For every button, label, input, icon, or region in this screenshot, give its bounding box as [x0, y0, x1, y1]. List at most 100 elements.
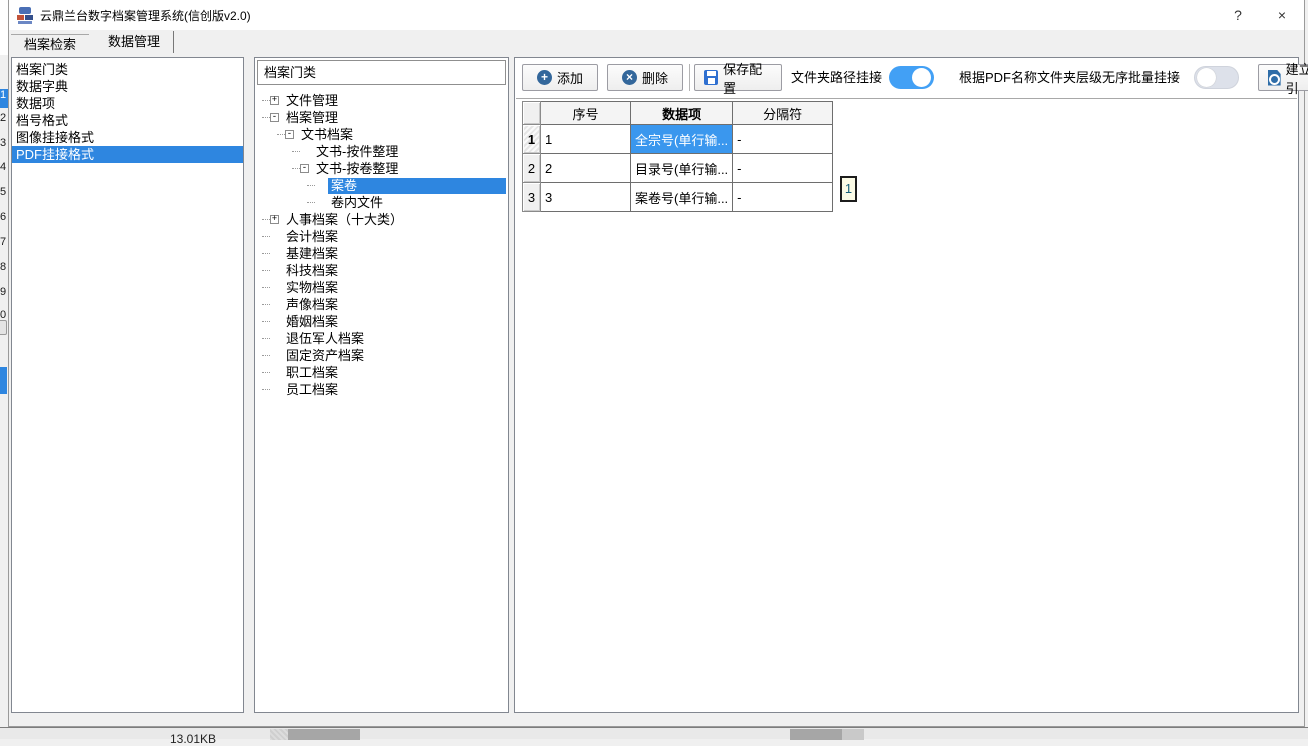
background-scrollbar-track [842, 729, 864, 740]
tree-item-档案管理[interactable]: -档案管理 [257, 109, 506, 126]
tree-connector [262, 372, 270, 373]
background-selection-fragment [0, 367, 7, 394]
tree-item-文书-按件整理[interactable]: 文书-按件整理 [257, 143, 506, 160]
tree-item-文书档案[interactable]: -文书档案 [257, 126, 506, 143]
background-window-bottom-strip: 13.01KB [0, 727, 1308, 739]
tree-item-案卷[interactable]: 案卷 [257, 177, 506, 194]
column-header-数据项[interactable]: 数据项 [631, 102, 733, 125]
sidebar-item-数据项[interactable]: 数据项 [12, 95, 243, 112]
pdf-batch-toggle[interactable] [1194, 66, 1239, 89]
tree-item-声像档案[interactable]: 声像档案 [257, 296, 506, 313]
tree-item-实物档案[interactable]: 实物档案 [257, 279, 506, 296]
category-tree-panel: 档案门类 + 文件管理-档案管理-文书档案文书-按件整理-文书-按卷整理案卷卷内文… [254, 57, 509, 713]
background-scrollbar-thumb [790, 729, 842, 740]
help-button[interactable]: ? [1216, 1, 1260, 29]
table-row: 11全宗号(单行输...- [523, 125, 833, 154]
collapse-icon[interactable]: - [285, 130, 294, 139]
tree-item-会计档案[interactable]: 会计档案 [257, 228, 506, 245]
app-logo-icon [17, 7, 34, 24]
tree-item-label: 固定资产档案 [283, 348, 367, 364]
window-title: 云鼎兰台数字档案管理系统(信创版v2.0) [40, 7, 251, 24]
tree-item-卷内文件[interactable]: 卷内文件 [257, 194, 506, 211]
tree-item-基建档案[interactable]: 基建档案 [257, 245, 506, 262]
tree-item-label: 会计档案 [283, 229, 341, 245]
tree-connector [262, 304, 270, 305]
background-button-fragment [0, 320, 7, 335]
tree-connector [262, 117, 270, 118]
cell-seq[interactable]: 1 [541, 125, 631, 154]
tree-connector [262, 100, 270, 101]
tree-connector [262, 338, 270, 339]
background-scrollbar-thumb [288, 729, 360, 740]
sidebar-item-数据字典[interactable]: 数据字典 [12, 78, 243, 95]
data-item-table: 序号数据项分隔符11全宗号(单行输...-22目录号(单行输...-33案卷号(… [522, 101, 833, 212]
save-config-button[interactable]: 保存配置 [694, 64, 782, 91]
tree-item-文书-按卷整理[interactable]: -文书-按卷整理 [257, 160, 506, 177]
row-header[interactable]: 3 [523, 183, 541, 212]
add-button[interactable]: + 添加 [522, 64, 598, 91]
tree-item-label: 职工档案 [283, 365, 341, 381]
collapse-icon[interactable]: - [270, 113, 279, 122]
app-window: 云鼎兰台数字档案管理系统(信创版v2.0) ? × 档案检索 数据管理 档案门类… [8, 0, 1305, 727]
tree-connector [262, 236, 270, 237]
collapse-icon[interactable]: - [300, 164, 309, 173]
delete-button[interactable]: × 删除 [607, 64, 683, 91]
column-header-分隔符[interactable]: 分隔符 [733, 102, 833, 125]
tab-archive-search[interactable]: 档案检索 [11, 34, 89, 53]
drag-count-badge: 1 [840, 176, 857, 202]
tree-item-退伍军人档案[interactable]: 退伍军人档案 [257, 330, 506, 347]
background-file-size-text: 13.01KB [170, 732, 216, 746]
tree-connector [262, 253, 270, 254]
tree-item-婚姻档案[interactable]: 婚姻档案 [257, 313, 506, 330]
row-header[interactable]: 2 [523, 154, 541, 183]
tab-bar: 档案检索 数据管理 [9, 30, 1304, 53]
tree-item-label: 婚姻档案 [283, 314, 341, 330]
cell-item[interactable]: 目录号(单行输... [631, 154, 733, 183]
column-header-序号[interactable]: 序号 [541, 102, 631, 125]
cell-separator[interactable]: - [733, 154, 833, 183]
tree-item-label: 案卷 [328, 178, 506, 194]
cell-item[interactable]: 全宗号(单行输... [631, 125, 733, 154]
tree-connector [262, 270, 270, 271]
cell-separator[interactable]: - [733, 125, 833, 154]
tree-header: 档案门类 [257, 60, 506, 85]
tab-data-management[interactable]: 数据管理 [95, 31, 174, 53]
cell-separator[interactable]: - [733, 183, 833, 212]
tree-item-文件管理[interactable]: + 文件管理 [257, 92, 506, 109]
background-row-number: 6 [0, 211, 8, 223]
tree-item-职工档案[interactable]: 职工档案 [257, 364, 506, 381]
sidebar-item-PDF挂接格式[interactable]: PDF挂接格式 [12, 146, 243, 163]
tree-item-科技档案[interactable]: 科技档案 [257, 262, 506, 279]
tree-item-员工档案[interactable]: 员工档案 [257, 381, 506, 398]
background-row-number: 5 [0, 186, 8, 198]
pdf-link-config-panel: + 添加 × 删除 保存配置 文件夹路径挂接 根据PDF名称文件夹层级无序批量挂… [514, 57, 1299, 713]
tree-item-人事档案（十大类）[interactable]: + 人事档案（十大类） [257, 211, 506, 228]
folder-path-toggle[interactable] [889, 66, 934, 89]
row-header[interactable]: 1 [523, 125, 541, 154]
sidebar-item-档号格式[interactable]: 档号格式 [12, 112, 243, 129]
tree-item-label: 人事档案（十大类） [283, 212, 406, 228]
sidebar-item-档案门类[interactable]: 档案门类 [12, 61, 243, 78]
expand-icon[interactable]: + [270, 96, 279, 105]
tree-item-label: 文书-按件整理 [313, 144, 401, 160]
background-window-titlebar-fragment [0, 0, 8, 55]
tree-connector [292, 168, 300, 169]
cell-seq[interactable]: 2 [541, 154, 631, 183]
cell-seq[interactable]: 3 [541, 183, 631, 212]
toggle-knob [1197, 68, 1216, 87]
tree-connector [307, 185, 315, 186]
cell-item[interactable]: 案卷号(单行输... [631, 183, 733, 212]
tree-item-label: 实物档案 [283, 280, 341, 296]
background-row-number: 1 [0, 89, 8, 108]
build-link-index-button[interactable]: 建立挂接索引 [1258, 64, 1308, 91]
save-icon [704, 70, 718, 85]
close-button[interactable]: × [1260, 1, 1304, 29]
tree-item-固定资产档案[interactable]: 固定资产档案 [257, 347, 506, 364]
add-icon: + [537, 70, 552, 85]
background-row-number: 8 [0, 261, 8, 273]
expand-icon[interactable]: + [270, 215, 279, 224]
tree-item-label: 文件管理 [283, 93, 341, 109]
tree-connector [262, 219, 270, 220]
sidebar-item-图像挂接格式[interactable]: 图像挂接格式 [12, 129, 243, 146]
delete-icon: × [622, 70, 637, 85]
